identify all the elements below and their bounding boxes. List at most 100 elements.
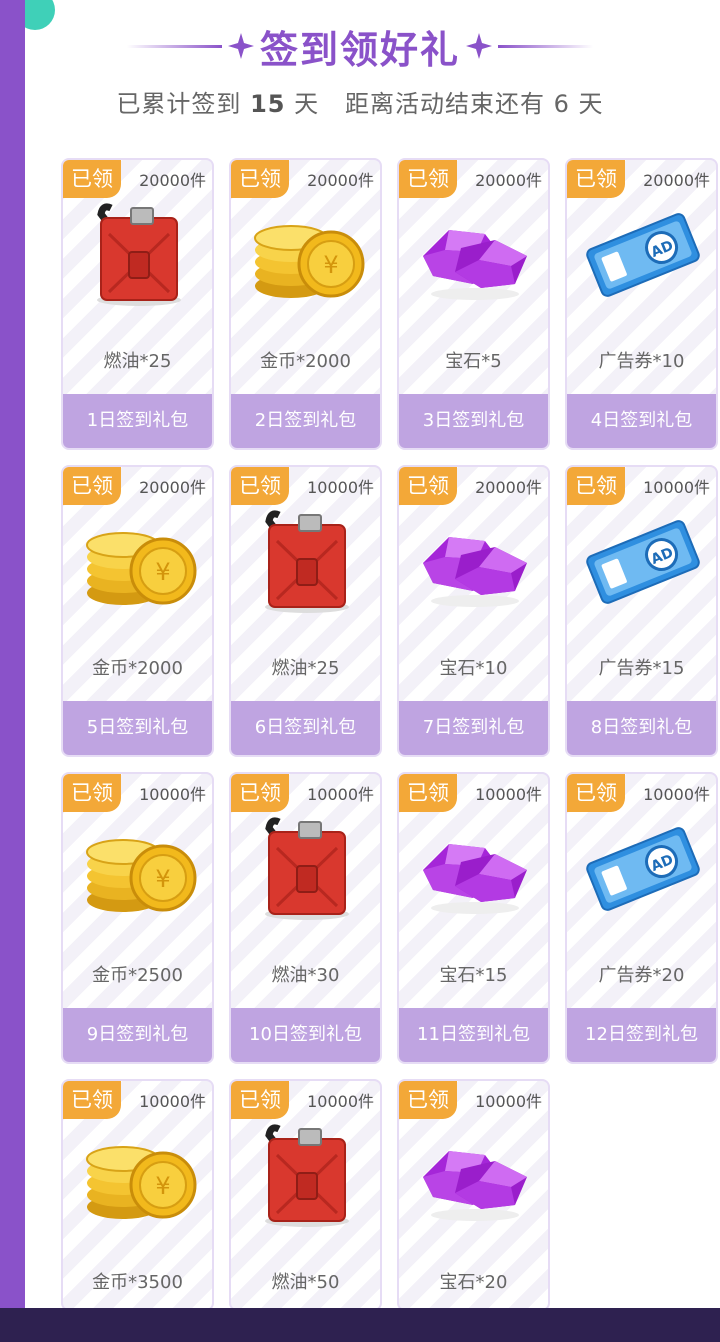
page-title: 签到领好礼 [259, 27, 460, 72]
gem-icon [415, 200, 535, 310]
sparkle-icon [227, 33, 254, 59]
stock-count: 10000件 [307, 785, 374, 804]
reward-name: 金币*2000 [92, 658, 183, 679]
claimed-badge: 已领 [231, 160, 289, 198]
stock-count: 20000件 [643, 171, 710, 190]
reward-name: 广告券*10 [598, 351, 685, 372]
gem-icon [415, 507, 535, 617]
sparkle-icon [466, 33, 492, 59]
stock-count: 10000件 [475, 785, 542, 804]
stock-count: 10000件 [139, 1092, 206, 1111]
signed-label: 已累计签到 [116, 90, 242, 118]
fuel-can-icon [247, 814, 367, 924]
reward-name: 宝石*20 [439, 1272, 508, 1293]
claimed-badge: 已领 [63, 1081, 121, 1119]
stock-count: 20000件 [307, 171, 374, 190]
reward-name: 金币*2000 [260, 351, 351, 372]
reward-card[interactable]: 已领 10000件燃油*50 [229, 1079, 382, 1311]
stock-count: 20000件 [139, 171, 206, 190]
reward-name: 燃油*25 [271, 658, 340, 679]
gift-pack-label[interactable]: 5日签到礼包 [63, 701, 212, 755]
claimed-badge: 已领 [231, 774, 289, 812]
claimed-badge: 已领 [399, 1081, 457, 1119]
gift-pack-label[interactable]: 4日签到礼包 [567, 394, 716, 448]
gift-pack-label[interactable]: 11日签到礼包 [399, 1008, 548, 1062]
reward-card[interactable]: 已领 10000件 ¥ 金币*2500 9日签到礼包 [61, 772, 214, 1064]
title-divider-right [498, 44, 593, 48]
gift-pack-label[interactable]: 8日签到礼包 [567, 701, 716, 755]
ad-ticket-icon: AD [583, 200, 703, 310]
gold-coins-icon: ¥ [79, 814, 199, 924]
fuel-can-icon [247, 507, 367, 617]
reward-name: 金币*3500 [92, 1272, 183, 1293]
claimed-badge: 已领 [399, 774, 457, 812]
reward-name: 燃油*50 [271, 1272, 340, 1293]
signed-days-count: 15 [250, 90, 286, 118]
claimed-badge: 已领 [399, 160, 457, 198]
remaining-days-text: 距离活动结束还有 6 天 [345, 90, 604, 118]
title-divider-left [126, 44, 222, 48]
claimed-badge: 已领 [63, 160, 121, 198]
reward-card[interactable]: 已领 10000件宝石*20 [397, 1079, 550, 1311]
reward-card[interactable]: 已领 20000件燃油*25 1日签到礼包 [61, 158, 214, 450]
reward-card[interactable]: 已领 20000件宝石*10 7日签到礼包 [397, 465, 550, 757]
gift-pack-label[interactable]: 12日签到礼包 [567, 1008, 716, 1062]
reward-card[interactable]: 已领 10000件 AD 广告券*15 8日签到礼包 [565, 465, 718, 757]
stock-count: 10000件 [643, 478, 710, 497]
ad-ticket-icon: AD [583, 507, 703, 617]
claimed-badge: 已领 [399, 467, 457, 505]
stock-count: 10000件 [307, 1092, 374, 1111]
reward-card[interactable]: 已领 10000件燃油*30 10日签到礼包 [229, 772, 382, 1064]
reward-card[interactable]: 已领 20000件 ¥ 金币*2000 2日签到礼包 [229, 158, 382, 450]
reward-name: 宝石*10 [439, 658, 508, 679]
claimed-badge: 已领 [63, 467, 121, 505]
svg-text:¥: ¥ [155, 1172, 170, 1200]
gift-pack-label[interactable]: 2日签到礼包 [231, 394, 380, 448]
claimed-badge: 已领 [231, 1081, 289, 1119]
reward-name: 广告券*20 [598, 965, 685, 986]
reward-card[interactable]: 已领 10000件 AD 广告券*20 12日签到礼包 [565, 772, 718, 1064]
gift-pack-label[interactable]: 6日签到礼包 [231, 701, 380, 755]
stock-count: 20000件 [475, 478, 542, 497]
gift-pack-label[interactable]: 10日签到礼包 [231, 1008, 380, 1062]
fuel-can-icon [79, 200, 199, 310]
reward-card[interactable]: 已领 20000件 AD 广告券*10 4日签到礼包 [565, 158, 718, 450]
claimed-badge: 已领 [567, 467, 625, 505]
reward-card[interactable]: 已领 10000件宝石*15 11日签到礼包 [397, 772, 550, 1064]
gold-coins-icon: ¥ [79, 1121, 199, 1231]
reward-name: 燃油*30 [271, 965, 340, 986]
ad-ticket-icon: AD [583, 814, 703, 924]
stock-count: 20000件 [475, 171, 542, 190]
gift-pack-label[interactable]: 7日签到礼包 [399, 701, 548, 755]
svg-text:¥: ¥ [323, 251, 338, 279]
reward-name: 燃油*25 [103, 351, 172, 372]
stock-count: 10000件 [475, 1092, 542, 1111]
bottom-bar [0, 1308, 720, 1342]
signed-day-unit: 天 [294, 90, 320, 118]
gem-icon [415, 1121, 535, 1231]
reward-name: 金币*2500 [92, 965, 183, 986]
svg-text:¥: ¥ [155, 865, 170, 893]
gift-pack-label[interactable]: 1日签到礼包 [63, 394, 212, 448]
reward-card[interactable]: 已领 10000件 ¥ 金币*3500 [61, 1079, 214, 1311]
claimed-badge: 已领 [231, 467, 289, 505]
stock-count: 10000件 [307, 478, 374, 497]
gold-coins-icon: ¥ [247, 200, 367, 310]
claimed-badge: 已领 [567, 160, 625, 198]
stock-count: 10000件 [643, 785, 710, 804]
reward-name: 宝石*5 [445, 351, 502, 372]
reward-card[interactable]: 已领 10000件燃油*25 6日签到礼包 [229, 465, 382, 757]
stock-count: 10000件 [139, 785, 206, 804]
fuel-can-icon [247, 1121, 367, 1231]
gift-pack-label[interactable]: 9日签到礼包 [63, 1008, 212, 1062]
stock-count: 20000件 [139, 478, 206, 497]
title-row: 签到领好礼 [0, 20, 720, 72]
gift-pack-label[interactable]: 3日签到礼包 [399, 394, 548, 448]
reward-card[interactable]: 已领 20000件宝石*5 3日签到礼包 [397, 158, 550, 450]
reward-card[interactable]: 已领 20000件 ¥ 金币*2000 5日签到礼包 [61, 465, 214, 757]
reward-name: 广告券*15 [598, 658, 685, 679]
reward-name: 宝石*15 [439, 965, 508, 986]
gem-icon [415, 814, 535, 924]
claimed-badge: 已领 [567, 774, 625, 812]
claimed-badge: 已领 [63, 774, 121, 812]
